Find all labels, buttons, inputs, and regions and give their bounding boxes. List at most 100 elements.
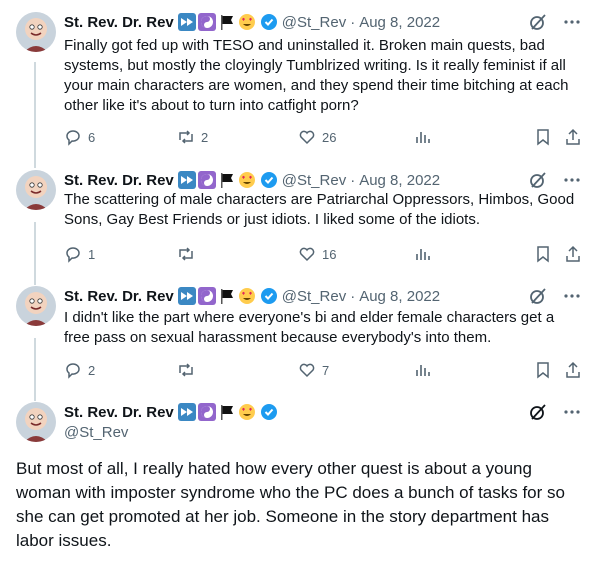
tweet[interactable]: St. Rev. Dr. Rev @St_Rev · Aug 8, 2022 T… — [0, 170, 598, 270]
bookmark-button[interactable] — [534, 361, 552, 379]
author-handle[interactable]: @St_Rev — [282, 14, 346, 31]
fast-forward-emoji-icon — [177, 13, 196, 31]
bookmark-icon — [537, 246, 549, 263]
grok-icon[interactable] — [528, 402, 548, 422]
share-button[interactable] — [564, 361, 582, 379]
like-button[interactable]: 7 — [298, 361, 329, 379]
verified-badge-icon — [260, 404, 277, 420]
heart-eyes-emoji-icon — [238, 14, 255, 30]
tweet-text: I didn't like the part where everyone's … — [64, 309, 555, 346]
author-handle[interactable]: @St_Rev — [282, 288, 346, 305]
verified-badge-icon — [260, 172, 277, 188]
views-icon — [416, 249, 430, 260]
avatar[interactable] — [16, 402, 56, 442]
views-button[interactable] — [414, 128, 432, 146]
reply-button[interactable]: 2 — [64, 361, 95, 379]
grok-icon[interactable] — [528, 12, 548, 32]
main-tweet-text: But most of all, I really hated how ever… — [16, 459, 565, 550]
heart-icon — [299, 130, 315, 145]
tweet-date[interactable]: Aug 8, 2022 — [359, 288, 440, 305]
like-button[interactable]: 26 — [298, 128, 336, 146]
author-handle[interactable]: @St_Rev — [282, 172, 346, 189]
heart-eyes-emoji-icon — [238, 288, 255, 304]
heart-eyes-emoji-icon — [238, 172, 255, 188]
author-name[interactable]: St. Rev. Dr. Rev — [64, 14, 174, 31]
like-button[interactable]: 16 — [298, 245, 336, 263]
yin-yang-emoji-icon — [197, 287, 216, 305]
views-icon — [416, 132, 430, 143]
reply-button[interactable]: 6 — [64, 128, 95, 146]
black-flag-emoji-icon — [220, 173, 233, 188]
share-icon — [566, 245, 580, 262]
tweet[interactable]: St. Rev. Dr. Rev @St_Rev · Aug 8, 2022 I… — [0, 286, 598, 386]
bookmark-icon — [537, 362, 549, 379]
name-emojis — [177, 171, 258, 189]
retweet-button[interactable] — [177, 245, 201, 263]
yin-yang-emoji-icon — [197, 171, 216, 189]
retweet-button[interactable] — [177, 361, 201, 379]
tweet-actions: 1 16 — [64, 244, 582, 264]
avatar[interactable] — [16, 12, 56, 52]
views-icon — [416, 365, 430, 376]
fast-forward-emoji-icon — [177, 403, 196, 421]
verified-badge-icon — [260, 14, 277, 30]
reply-icon — [66, 247, 80, 263]
tweet-header: St. Rev. Dr. Rev — [64, 402, 278, 422]
verified-badge-icon — [260, 288, 277, 304]
heart-icon — [299, 363, 315, 378]
tweet-date[interactable]: Aug 8, 2022 — [359, 14, 440, 31]
retweet-button[interactable]: 2 — [177, 128, 208, 146]
more-icon[interactable] — [562, 170, 582, 190]
fast-forward-emoji-icon — [177, 287, 196, 305]
author-name[interactable]: St. Rev. Dr. Rev — [64, 172, 174, 189]
heart-icon — [299, 247, 315, 262]
tweet-actions: 2 7 — [64, 360, 582, 380]
tweet-top-icons — [528, 402, 582, 422]
tweet-top-icons — [528, 170, 582, 190]
yin-yang-emoji-icon — [197, 403, 216, 421]
tweet-top-icons — [528, 12, 582, 32]
tweet-header: St. Rev. Dr. Rev @St_Rev · Aug 8, 2022 — [64, 170, 440, 190]
like-count: 7 — [322, 362, 330, 378]
retweet-icon — [179, 363, 193, 377]
share-button[interactable] — [564, 128, 582, 146]
tweet-header: St. Rev. Dr. Rev @St_Rev · Aug 8, 2022 — [64, 286, 440, 306]
retweet-count: 2 — [201, 129, 209, 145]
yin-yang-emoji-icon — [197, 13, 216, 31]
retweet-icon — [179, 247, 193, 261]
reply-count: 6 — [88, 129, 96, 145]
tweet[interactable]: St. Rev. Dr. Rev @St_Rev · Aug 8, 2022 F… — [0, 12, 598, 152]
like-count: 16 — [322, 246, 337, 262]
views-button[interactable] — [414, 245, 432, 263]
heart-eyes-emoji-icon — [238, 404, 255, 420]
author-handle[interactable]: @St_Rev — [64, 424, 128, 441]
more-icon[interactable] — [562, 286, 582, 306]
tweet-text: The scattering of male characters are Pa… — [64, 191, 575, 228]
reply-count: 2 — [88, 362, 96, 378]
name-emojis — [177, 287, 258, 305]
tweet-date[interactable]: Aug 8, 2022 — [359, 172, 440, 189]
tweet-top-icons — [528, 286, 582, 306]
separator-dot: · — [350, 287, 356, 305]
black-flag-emoji-icon — [220, 405, 233, 420]
bookmark-button[interactable] — [534, 245, 552, 263]
share-icon — [566, 128, 580, 145]
avatar[interactable] — [16, 170, 56, 210]
fast-forward-emoji-icon — [177, 171, 196, 189]
reply-button[interactable]: 1 — [64, 245, 95, 263]
more-icon[interactable] — [562, 402, 582, 422]
bookmark-button[interactable] — [534, 128, 552, 146]
reply-icon — [66, 130, 80, 146]
author-name[interactable]: St. Rev. Dr. Rev — [64, 288, 174, 305]
grok-icon[interactable] — [528, 286, 548, 306]
avatar[interactable] — [16, 286, 56, 326]
share-button[interactable] — [564, 245, 582, 263]
separator-dot: · — [350, 171, 356, 189]
grok-icon[interactable] — [528, 170, 548, 190]
black-flag-emoji-icon — [220, 289, 233, 304]
views-button[interactable] — [414, 361, 432, 379]
more-icon[interactable] — [562, 12, 582, 32]
author-name[interactable]: St. Rev. Dr. Rev — [64, 404, 174, 421]
name-emojis — [177, 13, 258, 31]
name-emojis — [177, 403, 258, 421]
